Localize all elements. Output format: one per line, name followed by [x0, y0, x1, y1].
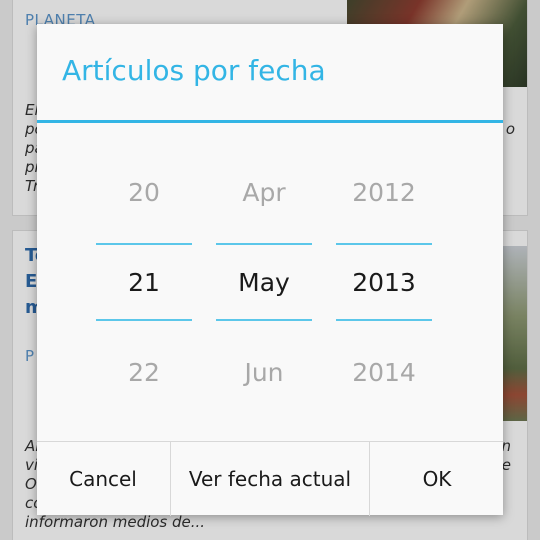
date-picker-dialog: Artículos por fecha 20 21 22 Apr May Jun… [37, 24, 503, 516]
day-selector-line-top [96, 243, 192, 245]
month-selector-line-top [216, 243, 312, 245]
current-date-button[interactable]: Ver fecha actual [170, 442, 370, 516]
day-current[interactable]: 21 [96, 268, 192, 297]
cancel-button[interactable]: Cancel [37, 442, 169, 516]
year-current[interactable]: 2013 [336, 268, 432, 297]
year-selector-line-top [336, 243, 432, 245]
day-picker[interactable]: 20 21 22 [96, 164, 192, 404]
month-next[interactable]: Jun [216, 358, 312, 387]
title-divider [37, 120, 503, 123]
year-next[interactable]: 2014 [336, 358, 432, 387]
dialog-title: Artículos por fecha [62, 54, 326, 87]
day-previous[interactable]: 20 [96, 178, 192, 207]
day-next[interactable]: 22 [96, 358, 192, 387]
year-previous[interactable]: 2012 [336, 178, 432, 207]
dialog-button-bar: Cancel Ver fecha actual OK [37, 441, 503, 516]
day-selector-line-bottom [96, 319, 192, 321]
month-previous[interactable]: Apr [216, 178, 312, 207]
month-selector-line-bottom [216, 319, 312, 321]
month-picker[interactable]: Apr May Jun [216, 164, 312, 404]
ok-button[interactable]: OK [371, 442, 503, 516]
month-current[interactable]: May [216, 268, 312, 297]
year-picker[interactable]: 2012 2013 2014 [336, 164, 432, 404]
year-selector-line-bottom [336, 319, 432, 321]
